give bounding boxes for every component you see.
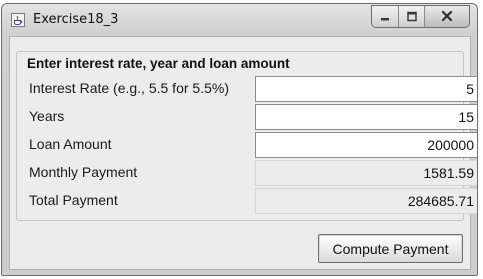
monthly-payment-value: 1581.59: [255, 160, 477, 186]
close-button[interactable]: [425, 6, 469, 27]
app-window: Exercise18_3 Enter interest rate, year a…: [1, 3, 478, 276]
compute-payment-button[interactable]: Compute Payment: [318, 234, 463, 263]
total-payment-value: 284685.71: [255, 188, 477, 214]
loan-input-panel: Enter interest rate, year and loan amoun…: [16, 51, 477, 221]
window-title: Exercise18_3: [33, 12, 119, 27]
loan-amount-field[interactable]: 200000: [255, 132, 477, 158]
close-icon: [440, 7, 454, 26]
title-bar[interactable]: Exercise18_3: [2, 4, 477, 36]
panel-title: Enter interest rate, year and loan amoun…: [24, 56, 293, 71]
java-app-icon: [11, 13, 25, 27]
maximize-icon: [406, 7, 418, 26]
row-total-payment: Total Payment 284685.71: [17, 188, 477, 214]
row-monthly-payment: Monthly Payment 1581.59: [17, 160, 477, 186]
monthly-payment-label: Monthly Payment: [29, 164, 138, 180]
interest-rate-label: Interest Rate (e.g., 5.5 for 5.5%): [29, 80, 229, 96]
total-payment-label: Total Payment: [29, 192, 118, 208]
years-field[interactable]: 15: [255, 104, 477, 130]
caption-buttons: [371, 5, 470, 28]
minimize-icon: [379, 7, 391, 26]
row-loan-amount: Loan Amount 200000: [17, 132, 477, 158]
loan-amount-label: Loan Amount: [29, 136, 112, 152]
interest-rate-field[interactable]: 5: [255, 76, 477, 102]
row-years: Years 15: [17, 104, 477, 130]
maximize-button[interactable]: [399, 6, 425, 27]
content-pane: Enter interest rate, year and loan amoun…: [9, 36, 477, 270]
years-label: Years: [29, 108, 65, 124]
minimize-button[interactable]: [372, 6, 399, 27]
row-interest-rate: Interest Rate (e.g., 5.5 for 5.5%) 5: [17, 76, 477, 102]
